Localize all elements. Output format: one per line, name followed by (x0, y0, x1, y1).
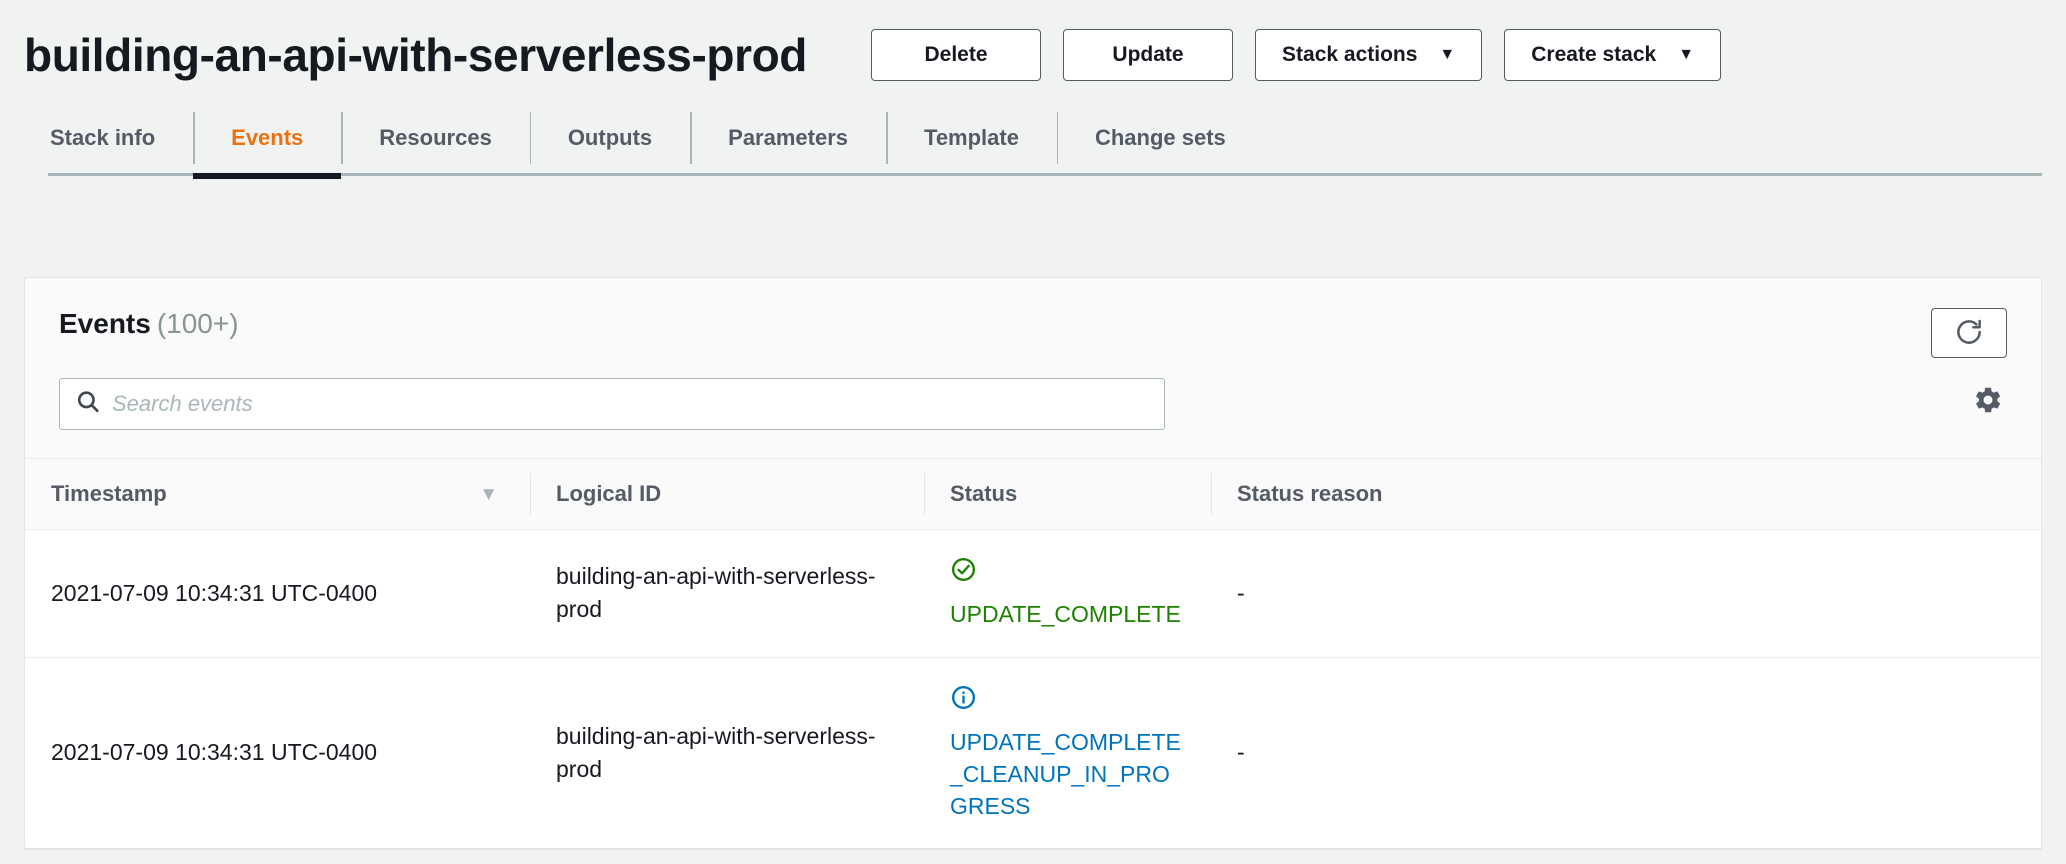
cloudformation-stack-detail-page: building-an-api-with-serverless-prod Del… (0, 0, 2066, 864)
tab-events-label: Events (231, 125, 304, 150)
events-count-badge: (100+) (156, 308, 239, 339)
search-box (59, 378, 1165, 430)
cell-logical-id: building-an-api-with-serverless-prod (530, 657, 924, 849)
update-button[interactable]: Update (1063, 29, 1234, 81)
events-panel: Events (100+) Search events Timestamp ▼ … (24, 277, 2042, 850)
tab-resources-label: Resources (379, 125, 492, 150)
status-badge: UPDATE_COMPLETE (950, 601, 1181, 628)
events-search-row (25, 362, 2041, 430)
events-table-body: 2021-07-09 10:34:31 UTC-0400 building-an… (25, 529, 2041, 849)
tab-template[interactable]: Template (886, 100, 1057, 176)
events-panel-title: Events (100+) (59, 308, 239, 340)
events-panel-header: Events (100+) (25, 278, 2041, 362)
tab-stack-info[interactable]: Stack info (24, 100, 193, 176)
cell-timestamp: 2021-07-09 10:34:31 UTC-0400 (25, 657, 530, 849)
column-header-logical-id[interactable]: Logical ID (530, 458, 924, 530)
cell-timestamp: 2021-07-09 10:34:31 UTC-0400 (25, 529, 530, 658)
column-divider (924, 473, 925, 515)
status-badge: UPDATE_COMPLETE_CLEANUP_IN_PROGRESS (950, 728, 1181, 820)
cell-logical-id: building-an-api-with-serverless-prod (530, 529, 924, 658)
cell-status: UPDATE_COMPLETE (924, 529, 1211, 658)
delete-button-label: Delete (924, 43, 988, 66)
events-panel-title-text: Events (59, 308, 151, 339)
create-stack-button-label: Create stack (1531, 43, 1657, 66)
stack-actions-button-label: Stack actions (1282, 43, 1418, 66)
page-header: building-an-api-with-serverless-prod Del… (0, 0, 2066, 92)
cell-status: UPDATE_COMPLETE_CLEANUP_IN_PROGRESS (924, 657, 1211, 849)
tab-template-label: Template (924, 125, 1019, 150)
delete-button[interactable]: Delete (871, 29, 1042, 81)
create-stack-button[interactable]: Create stack ▼ (1504, 29, 1722, 81)
stack-actions-button[interactable]: Stack actions ▼ (1255, 29, 1483, 81)
tab-outputs[interactable]: Outputs (529, 100, 690, 176)
cell-status-reason: - (1211, 529, 2041, 658)
column-divider (1211, 473, 1212, 515)
tab-events[interactable]: Events (193, 100, 342, 179)
table-row[interactable]: 2021-07-09 10:34:31 UTC-0400 building-an… (25, 657, 2041, 849)
events-table-head: Timestamp ▼ Logical ID Status Status rea… (25, 458, 2041, 530)
update-button-label: Update (1112, 43, 1184, 66)
tab-bar-divider (48, 173, 2042, 176)
column-header-logical-id-label: Logical ID (556, 481, 662, 506)
page-title: building-an-api-with-serverless-prod (24, 29, 808, 81)
events-table: Timestamp ▼ Logical ID Status Status rea… (25, 458, 2041, 849)
chevron-down-icon: ▼ (1439, 46, 1456, 63)
header-actions: Delete Update Stack actions ▼ Create sta… (871, 29, 1722, 81)
table-preferences-button[interactable] (1965, 378, 2011, 426)
column-header-status-label: Status (950, 481, 1018, 506)
cell-status-reason: - (1211, 657, 2041, 849)
search-input[interactable] (59, 378, 1165, 430)
tab-parameters[interactable]: Parameters (690, 100, 886, 176)
tab-bar: Stack info Events Resources Outputs Para… (0, 100, 2066, 179)
tab-resources[interactable]: Resources (341, 100, 530, 176)
table-header-row: Timestamp ▼ Logical ID Status Status rea… (25, 458, 2041, 530)
events-panel-header-actions (1931, 308, 2007, 358)
table-row[interactable]: 2021-07-09 10:34:31 UTC-0400 building-an… (25, 529, 2041, 658)
tab-change-sets[interactable]: Change sets (1056, 100, 1264, 176)
column-header-status[interactable]: Status (924, 458, 1211, 530)
tab-parameters-label: Parameters (728, 125, 849, 150)
column-header-status-reason[interactable]: Status reason (1211, 458, 2041, 530)
column-header-timestamp-label: Timestamp (51, 481, 167, 506)
column-divider (530, 473, 531, 515)
column-header-status-reason-label: Status reason (1237, 481, 1383, 506)
tab-stack-info-label: Stack info (50, 125, 156, 150)
chevron-down-icon: ▼ (1678, 46, 1695, 63)
sort-descending-icon: ▼ (479, 483, 498, 505)
gear-icon (1973, 385, 2003, 420)
tab-change-sets-label: Change sets (1094, 125, 1226, 150)
info-circle-icon (950, 684, 977, 720)
refresh-button[interactable] (1931, 308, 2007, 358)
refresh-icon (1954, 317, 1984, 350)
column-header-timestamp[interactable]: Timestamp ▼ (25, 458, 530, 530)
check-circle-icon (950, 556, 977, 592)
tab-outputs-label: Outputs (567, 125, 653, 150)
